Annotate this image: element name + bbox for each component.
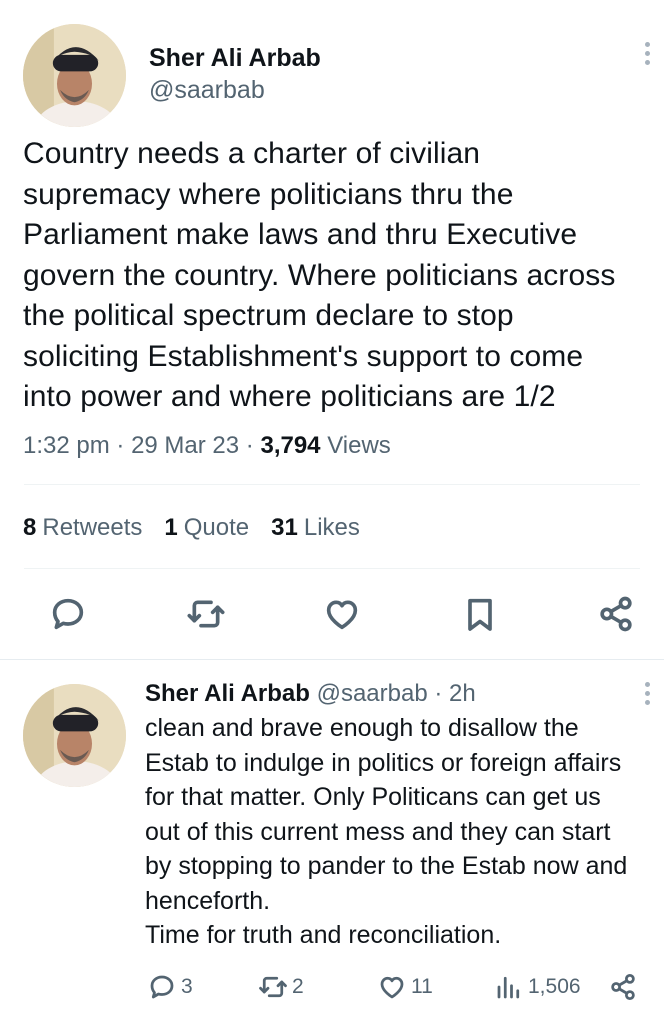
- retweet-icon: [259, 976, 287, 998]
- reply-text: clean and brave enough to disallow the E…: [145, 714, 628, 949]
- reply-count: 3: [181, 975, 193, 998]
- share-icon: [600, 596, 632, 632]
- reply-age[interactable]: · 2h: [434, 680, 475, 707]
- retweet-icon: [187, 600, 225, 628]
- retweets-stat[interactable]: 8 Retweets: [23, 514, 142, 542]
- reply-author-name[interactable]: Sher Ali Arbab: [145, 680, 310, 707]
- tweet-stats: 8 Retweets 1 Quote 31 Likes: [23, 514, 382, 542]
- author-name[interactable]: Sher Ali Arbab: [149, 44, 321, 73]
- divider: [24, 484, 640, 485]
- tweet-text: Country needs a charter of civilian supr…: [23, 137, 616, 413]
- section-divider: [0, 659, 664, 660]
- tweet-time[interactable]: 1:32 pm: [23, 432, 110, 459]
- separator: ·: [245, 432, 254, 459]
- quotes-stat[interactable]: 1 Quote: [164, 514, 249, 542]
- avatar-image: [23, 684, 126, 787]
- share-icon: [611, 974, 635, 1000]
- author-handle[interactable]: @saarbab: [149, 76, 265, 105]
- like-icon: [380, 976, 404, 999]
- views-label: Views: [327, 432, 391, 459]
- share-button[interactable]: [596, 594, 636, 639]
- separator: ·: [116, 432, 125, 459]
- avatar-image: [23, 24, 126, 127]
- bookmark-button[interactable]: [460, 594, 500, 639]
- reply-author-handle[interactable]: @saarbab: [317, 680, 428, 707]
- reply-avatar[interactable]: [23, 684, 126, 787]
- views-count: 3,794: [260, 432, 321, 459]
- reply-like-button[interactable]: 11: [377, 972, 433, 1002]
- reply-icon: [150, 975, 174, 999]
- reply-retweet-button[interactable]: 2: [258, 972, 304, 1002]
- like-count: 11: [411, 975, 433, 998]
- bookmark-icon: [468, 598, 492, 631]
- reply-views-button[interactable]: 1,506: [494, 972, 581, 1002]
- like-button[interactable]: [322, 594, 362, 639]
- views-count: 1,506: [528, 975, 581, 998]
- divider: [24, 568, 640, 569]
- avatar[interactable]: [23, 24, 126, 127]
- tweet-date[interactable]: 29 Mar 23: [131, 432, 239, 459]
- more-icon[interactable]: [642, 678, 652, 709]
- retweet-button[interactable]: [186, 594, 226, 639]
- reply-button[interactable]: [48, 594, 88, 639]
- likes-stat[interactable]: 31 Likes: [271, 514, 360, 542]
- views-icon: [497, 976, 520, 999]
- reply-reply-button[interactable]: 3: [147, 972, 193, 1002]
- like-icon: [326, 600, 358, 630]
- tweet-meta: 1:32 pm · 29 Mar 23 · 3,794 Views: [23, 432, 391, 460]
- reply-icon: [52, 598, 84, 630]
- retweet-count: 2: [292, 975, 304, 998]
- more-icon[interactable]: [642, 38, 652, 69]
- reply-header: Sher Ali Arbab @saarbab · 2h: [145, 680, 476, 708]
- reply-share-button[interactable]: [608, 972, 642, 1002]
